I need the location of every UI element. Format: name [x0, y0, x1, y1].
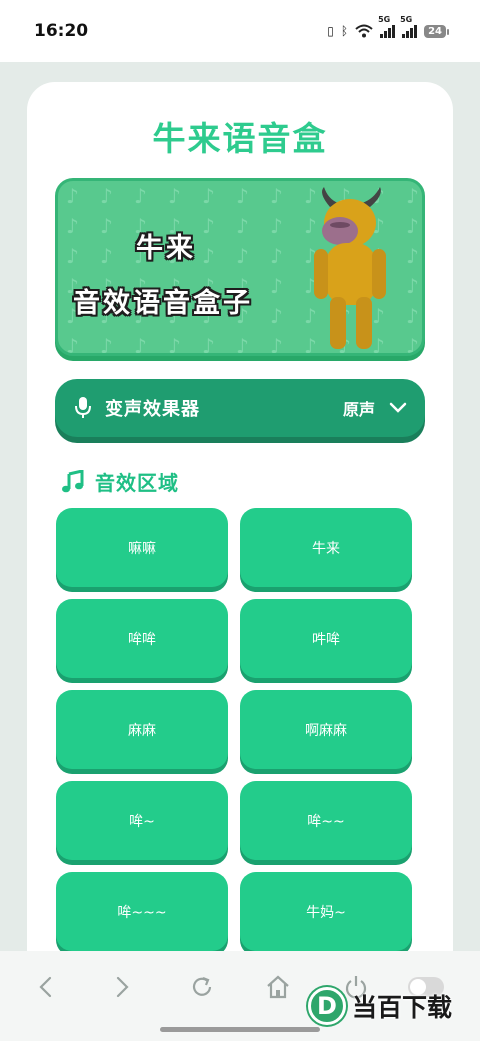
status-time: 16:20	[34, 21, 89, 41]
voice-changer-select[interactable]: 变声效果器 原声	[55, 379, 425, 437]
vibrate-icon: ▯	[327, 24, 334, 38]
signal-label: 5G	[378, 15, 391, 24]
status-bar: 16:20 ▯ ᛒ 5G 5G 24	[0, 0, 480, 62]
banner-title: 牛来	[136, 233, 196, 264]
sound-button-grid: 嘛嘛 牛来 哞哞 吽哞 麻麻 啊麻麻 哞~ 哞~~ 哞~~~ 牛妈~	[56, 508, 412, 951]
sound-section-header: 音效区域	[61, 467, 179, 496]
microphone-icon	[75, 397, 91, 418]
watermark-logo: D	[308, 987, 346, 1025]
sound-button[interactable]: 嘛嘛	[56, 508, 228, 587]
status-icons: ▯ ᛒ 5G 5G 24	[327, 15, 449, 38]
wifi-icon	[355, 24, 373, 38]
forward-icon[interactable]	[108, 973, 136, 1001]
cell-signal-icon: 5G	[378, 15, 396, 38]
sound-button[interactable]: 哞~~	[240, 781, 412, 860]
banner[interactable]: ♪ 牛来 音效语音盒子	[55, 178, 425, 356]
watermark-text: 当百下载	[352, 993, 453, 1022]
refresh-icon[interactable]	[188, 973, 216, 1001]
sound-button[interactable]: 哞~~~	[56, 872, 228, 951]
sound-button[interactable]: 吽哞	[240, 599, 412, 678]
main-card: 牛来语音盒 ♪ 牛来 音效语音盒子	[27, 82, 453, 982]
bluetooth-icon: ᛒ	[340, 24, 349, 38]
sound-button[interactable]: 牛来	[240, 508, 412, 587]
home-icon[interactable]	[264, 973, 292, 1001]
home-indicator[interactable]	[160, 1027, 320, 1032]
sound-button[interactable]: 牛妈~	[240, 872, 412, 951]
sound-button[interactable]: 哞哞	[56, 599, 228, 678]
back-icon[interactable]	[32, 973, 60, 1001]
signal-label: 5G	[400, 15, 413, 24]
sound-button[interactable]: 哞~	[56, 781, 228, 860]
voice-changer-value: 原声	[342, 400, 375, 419]
sound-section-title: 音效区域	[95, 471, 179, 495]
voice-changer-label: 变声效果器	[105, 399, 200, 420]
banner-subtitle: 音效语音盒子	[73, 288, 253, 319]
watermark: D 当百下载	[308, 987, 452, 1025]
sound-button[interactable]: 啊麻麻	[240, 690, 412, 769]
chevron-down-icon	[389, 402, 407, 413]
app-title: 牛来语音盒	[152, 119, 328, 158]
battery-icon: 24	[424, 24, 449, 38]
bull-mascot	[314, 187, 386, 349]
sound-button[interactable]: 麻麻	[56, 690, 228, 769]
cell-signal-icon: 5G	[400, 15, 418, 38]
music-note-icon	[62, 469, 84, 492]
